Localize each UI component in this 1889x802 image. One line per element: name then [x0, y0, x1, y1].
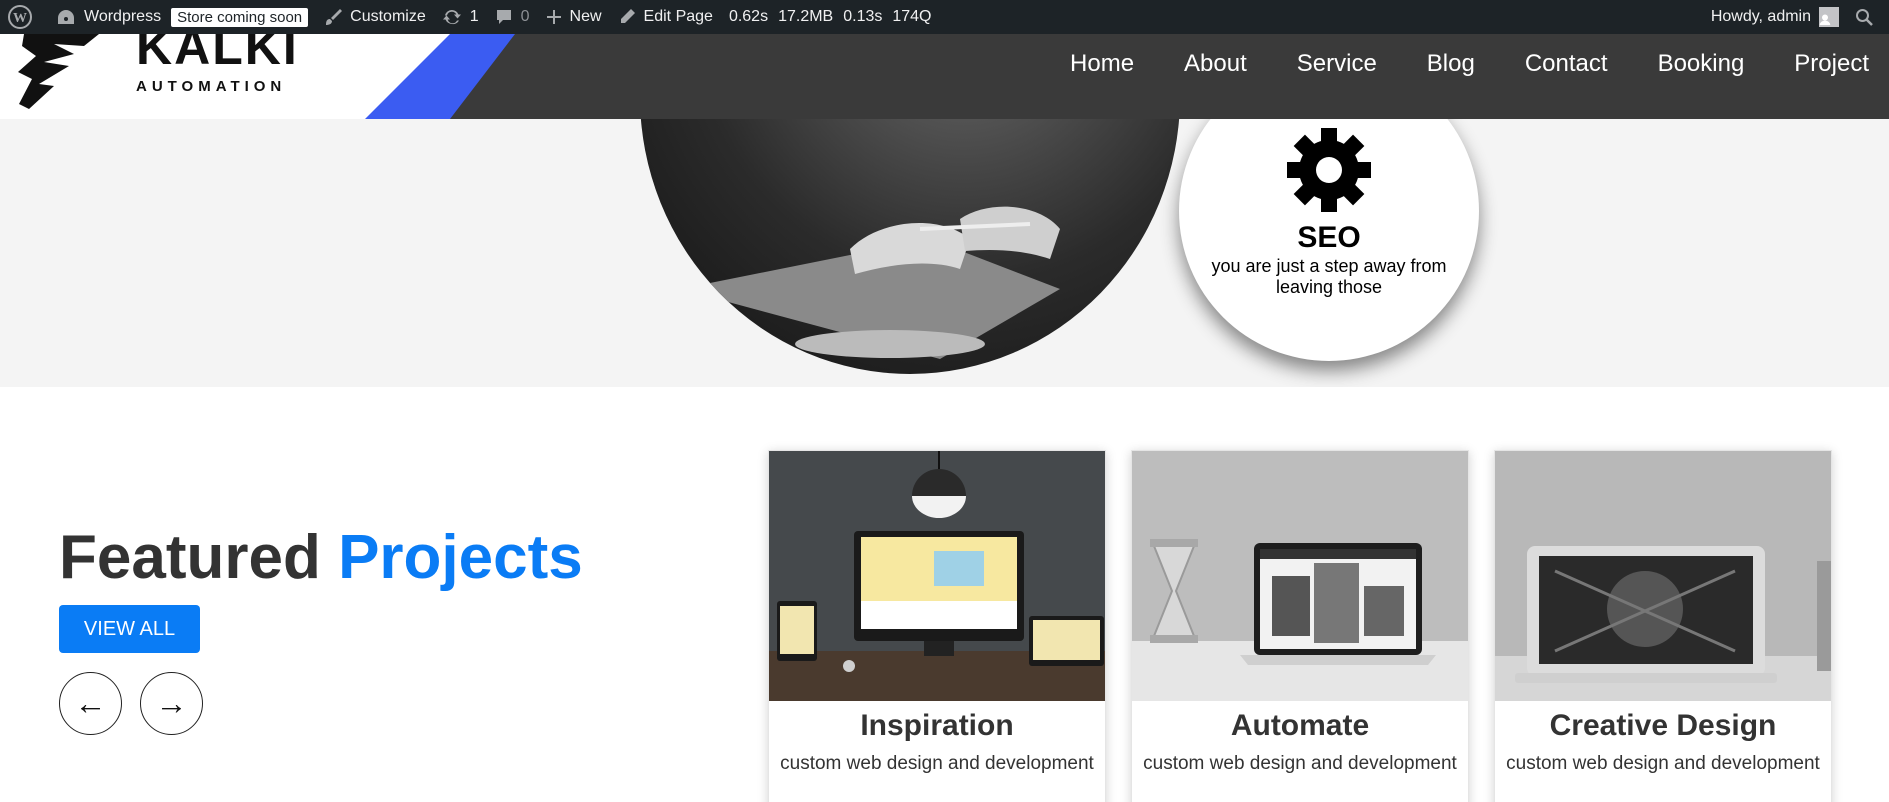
store-status-badge: Store coming soon — [171, 7, 309, 27]
site-name-label: Wordpress — [84, 8, 162, 25]
edit-page-link[interactable]: Edit Page — [610, 0, 721, 34]
updates-link[interactable]: 1 — [434, 0, 487, 34]
search-icon[interactable] — [1847, 0, 1889, 34]
next-arrow-button[interactable]: → — [140, 672, 203, 735]
nav-project[interactable]: Project — [1794, 50, 1869, 78]
brush-icon — [326, 9, 343, 25]
heading-part-featured: Featured — [59, 523, 321, 592]
nav-contact[interactable]: Contact — [1525, 50, 1608, 78]
heading-part-projects: Projects — [338, 523, 583, 592]
stat-memory: 17.2MB — [778, 8, 834, 25]
project-title: Inspiration — [860, 709, 1014, 742]
nav-blog[interactable]: Blog — [1427, 50, 1475, 78]
project-image-desk-monitor — [769, 451, 1105, 701]
stat-db-time: 0.13s — [843, 8, 883, 25]
customize-link[interactable]: Customize — [316, 0, 434, 34]
greeting-label: Howdy, admin — [1710, 8, 1811, 25]
project-image-laptop-hourglass — [1132, 451, 1468, 701]
view-all-button[interactable]: VIEW ALL — [59, 605, 200, 653]
pencil-icon — [620, 9, 635, 23]
updates-icon — [442, 9, 461, 25]
avatar — [1819, 7, 1839, 27]
project-card-creative-design[interactable]: Creative Design custom web design and de… — [1494, 450, 1832, 802]
edit-page-label: Edit Page — [643, 8, 713, 25]
my-account-link[interactable]: Howdy, admin — [1703, 0, 1847, 34]
site-header: KALKI AUTOMATION Home About Service Blog… — [0, 34, 1889, 119]
nav-about[interactable]: About — [1184, 50, 1247, 78]
featured-projects-heading: Featured Projects — [59, 522, 583, 593]
new-label: New — [569, 8, 602, 25]
project-card-inspiration[interactable]: Inspiration custom web design and develo… — [768, 450, 1106, 802]
wordpress-logo-icon[interactable]: W — [0, 0, 48, 34]
stat-page-time: 0.62s — [728, 8, 769, 25]
seo-service-card[interactable]: SEO you are just a step away from leavin… — [1179, 119, 1479, 361]
hero-section: SEO you are just a step away from leavin… — [0, 119, 1889, 387]
admin-bar: W Wordpress Store coming soon Customize … — [0, 0, 1889, 34]
dashboard-icon — [58, 10, 74, 24]
seo-title: SEO — [1297, 221, 1361, 254]
logo-wing-icon — [18, 34, 99, 109]
query-monitor-stats[interactable]: 0.62s 17.2MB 0.13s 174Q — [721, 0, 950, 34]
seo-description: you are just a step away from leaving th… — [1211, 256, 1447, 297]
nav-booking[interactable]: Booking — [1658, 50, 1745, 78]
prev-arrow-button[interactable]: ← — [59, 672, 122, 735]
main-nav: Home About Service Blog Contact Booking … — [1020, 34, 1869, 94]
project-description: custom web design and development — [1143, 753, 1457, 774]
comment-icon — [496, 10, 511, 24]
new-content-link[interactable]: New — [538, 0, 610, 34]
stat-queries: 174Q — [892, 8, 932, 25]
gear-icon — [1287, 128, 1371, 212]
customize-label: Customize — [350, 8, 426, 25]
project-card-automate[interactable]: Automate custom web design and developme… — [1131, 450, 1469, 802]
logo-subtext: AUTOMATION — [136, 78, 287, 95]
updates-count: 1 — [469, 8, 479, 25]
project-title: Automate — [1230, 709, 1370, 742]
svg-text:W: W — [13, 11, 27, 26]
hero-laptop-photo — [640, 119, 1180, 374]
comments-count: 0 — [520, 8, 530, 25]
nav-service[interactable]: Service — [1297, 50, 1377, 78]
project-description: custom web design and development — [780, 753, 1094, 774]
site-name-link[interactable]: Wordpress Store coming soon — [48, 0, 316, 34]
logo-text: KALKI — [136, 34, 299, 75]
project-image-digital-marketing-laptop — [1495, 451, 1831, 701]
plus-icon — [546, 10, 561, 24]
project-description: custom web design and development — [1506, 753, 1820, 774]
nav-home[interactable]: Home — [1070, 50, 1134, 78]
comments-link[interactable]: 0 — [487, 0, 538, 34]
project-title: Creative Design — [1549, 709, 1777, 742]
